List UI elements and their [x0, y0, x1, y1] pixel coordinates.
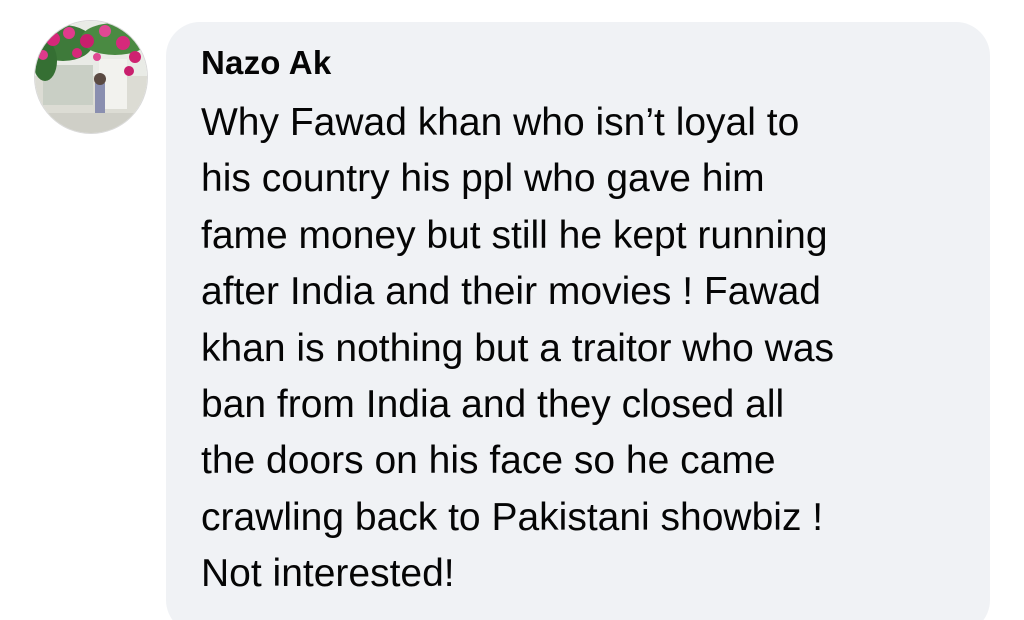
profile-photo-icon	[35, 21, 147, 133]
comment-text: Why Fawad khan who isn’t loyal to his co…	[201, 101, 835, 596]
avatar[interactable]	[35, 21, 147, 133]
comment-author-name[interactable]: Nazo Ak	[201, 44, 331, 82]
comment: Nazo Ak Why Fawad khan who isn’t loyal t…	[0, 0, 1024, 620]
comment-bubble: Nazo Ak Why Fawad khan who isn’t loyal t…	[166, 22, 990, 620]
